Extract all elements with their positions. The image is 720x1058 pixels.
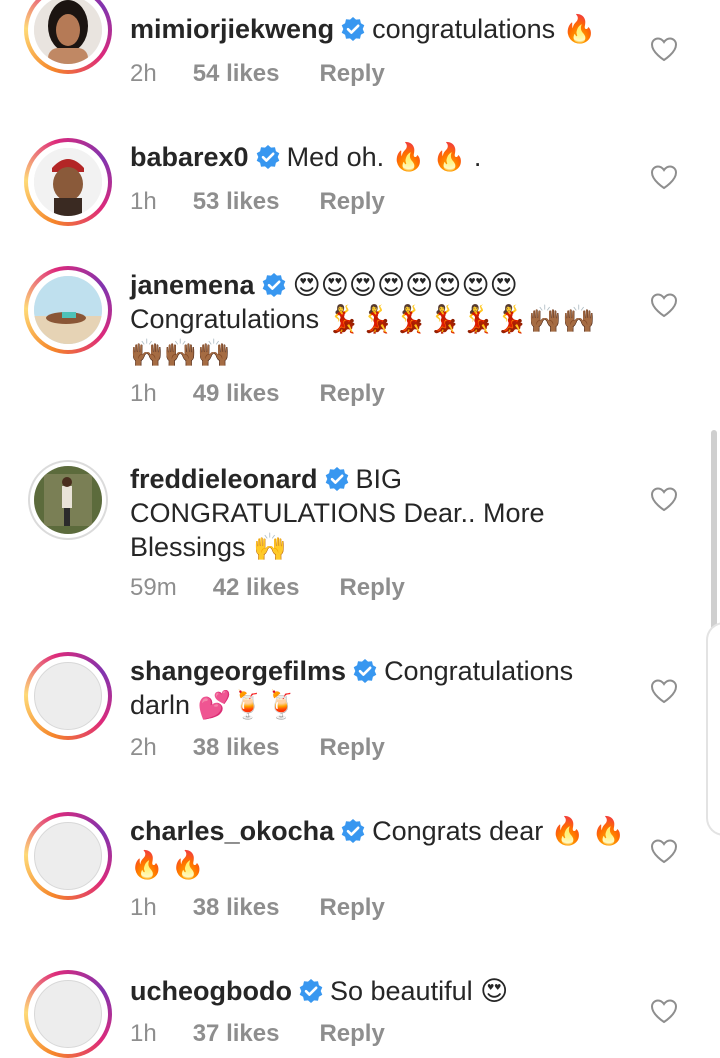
verified-badge-icon	[324, 466, 350, 492]
reply-button[interactable]: Reply	[319, 188, 384, 216]
comment-text: So beautiful 😍	[329, 976, 509, 1006]
comment-timestamp: 59m	[130, 574, 177, 601]
avatar[interactable]	[24, 266, 112, 354]
comment-timestamp: 1h	[130, 380, 157, 407]
comment-likes-count[interactable]: 53 likes	[193, 188, 280, 216]
heart-outline-icon[interactable]	[650, 838, 678, 864]
avatar[interactable]	[24, 138, 112, 226]
reply-button[interactable]: Reply	[319, 60, 384, 88]
reply-button[interactable]: Reply	[339, 574, 404, 602]
reply-button[interactable]: Reply	[319, 380, 384, 408]
avatar-photo	[34, 0, 102, 64]
verified-badge-icon	[340, 16, 366, 42]
reply-button[interactable]: Reply	[319, 734, 384, 762]
comment-timestamp: 2h	[130, 734, 157, 761]
avatar[interactable]	[24, 970, 112, 1058]
comment-username[interactable]: babarex0	[130, 142, 249, 172]
avatar-placeholder	[34, 980, 102, 1048]
comment-timestamp: 1h	[130, 1020, 157, 1047]
avatar[interactable]	[24, 652, 112, 740]
heart-outline-icon[interactable]	[650, 292, 678, 318]
edge-panel-handle[interactable]	[706, 622, 720, 836]
reply-button[interactable]: Reply	[319, 1020, 384, 1048]
comment-likes-count[interactable]: 49 likes	[193, 380, 280, 408]
heart-outline-icon[interactable]	[650, 998, 678, 1024]
comment-username[interactable]: mimiorjiekweng	[130, 14, 334, 44]
comment-username[interactable]: freddieleonard	[130, 464, 318, 494]
verified-badge-icon	[352, 658, 378, 684]
avatar-photo	[34, 148, 102, 216]
heart-outline-icon[interactable]	[650, 36, 678, 62]
comment-username[interactable]: shangeorgefilms	[130, 656, 346, 686]
comments-list: mimiorjiekweng congratulations 🔥 2h 54 lik…	[0, 0, 720, 1058]
comment-username[interactable]: janemena	[130, 270, 255, 300]
comment-likes-count[interactable]: 38 likes	[193, 734, 280, 762]
avatar-placeholder	[34, 662, 102, 730]
avatar-placeholder	[34, 822, 102, 890]
heart-outline-icon[interactable]	[650, 486, 678, 512]
comment-timestamp: 1h	[130, 188, 157, 215]
comment-likes-count[interactable]: 54 likes	[193, 60, 280, 88]
heart-outline-icon[interactable]	[650, 678, 678, 704]
reply-button[interactable]: Reply	[319, 894, 384, 922]
comment-timestamp: 2h	[130, 60, 157, 87]
verified-badge-icon	[298, 978, 324, 1004]
comment-text: Med oh. 🔥 🔥 .	[286, 142, 482, 172]
heart-outline-icon[interactable]	[650, 164, 678, 190]
verified-badge-icon	[340, 818, 366, 844]
avatar-photo	[34, 276, 102, 344]
comment-likes-count[interactable]: 42 likes	[213, 574, 300, 602]
avatar-photo	[34, 466, 102, 534]
comment-timestamp: 1h	[130, 894, 157, 921]
comment-likes-count[interactable]: 38 likes	[193, 894, 280, 922]
comment-username[interactable]: ucheogbodo	[130, 976, 292, 1006]
comment-likes-count[interactable]: 37 likes	[193, 1020, 280, 1048]
comment-text: congratulations 🔥	[372, 14, 597, 44]
avatar[interactable]	[24, 0, 112, 74]
verified-badge-icon	[261, 272, 287, 298]
avatar[interactable]	[28, 460, 108, 540]
comment-username[interactable]: charles_okocha	[130, 816, 334, 846]
verified-badge-icon	[255, 144, 281, 170]
avatar[interactable]	[24, 812, 112, 900]
